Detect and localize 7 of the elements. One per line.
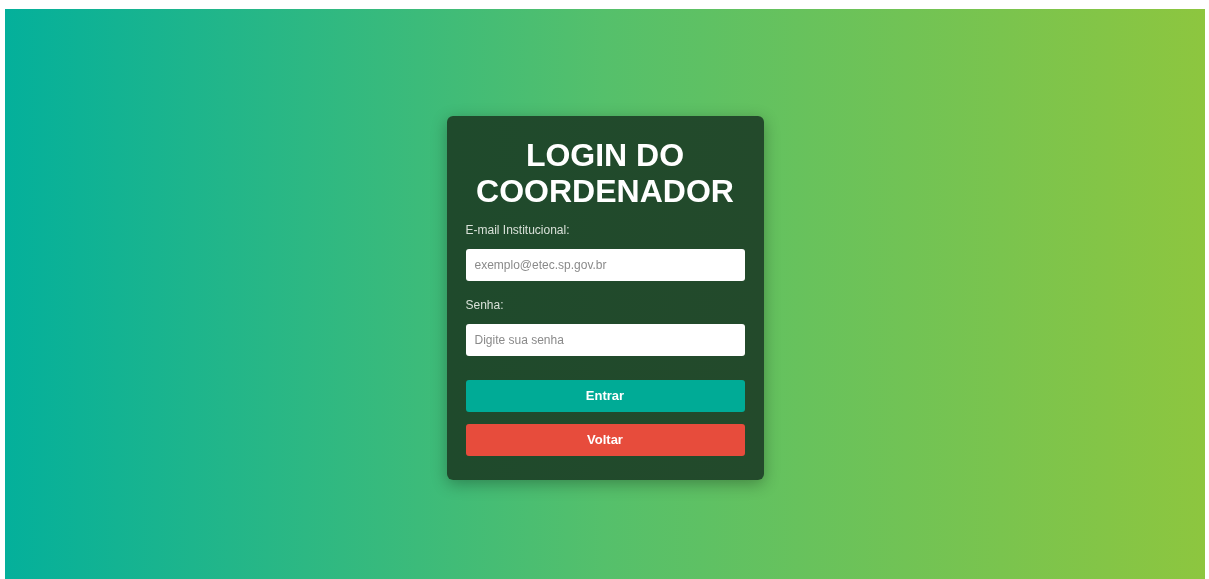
login-title: LOGIN DO COORDENADOR	[475, 136, 735, 209]
input-field[interactable]: Digite sua senha	[465, 323, 745, 356]
input-field[interactable]: exemplo@etec.sp.gov.br	[465, 248, 745, 281]
field-label: Senha:	[465, 296, 505, 314]
login-button[interactable]: Entrar	[465, 379, 745, 412]
back-button[interactable]: Voltar	[465, 423, 745, 456]
field-label: E-mail Institucional:	[465, 221, 571, 239]
